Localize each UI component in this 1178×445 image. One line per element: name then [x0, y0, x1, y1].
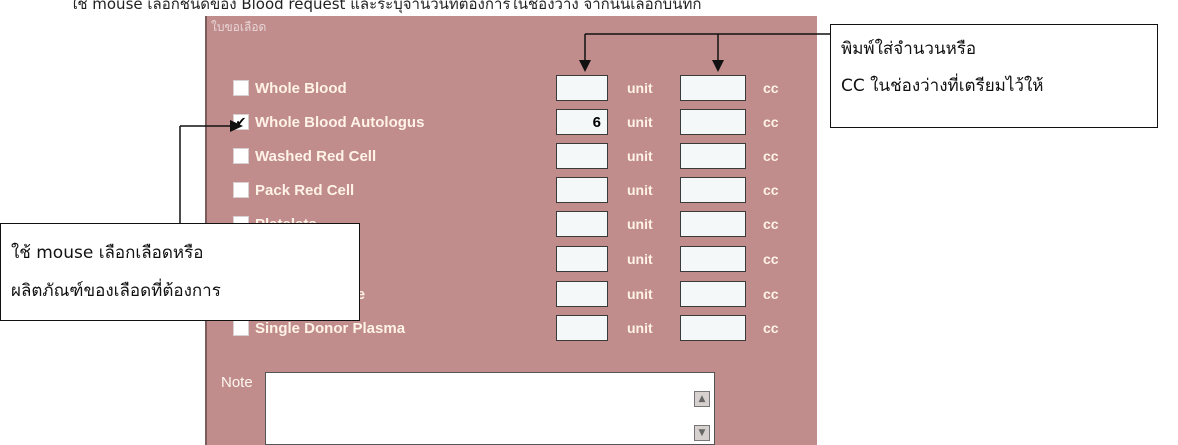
callout-left-line1: ใช้ mouse เลือกเลือดหรือ: [11, 243, 204, 263]
callout-select-blood: ใช้ mouse เลือกเลือดหรือ ผลิตภัณฑ์ของเลื…: [0, 223, 360, 321]
callout-enter-quantity: พิมพ์ใส่จำนวนหรือ CC ในช่องว่างที่เตรียม…: [830, 24, 1158, 128]
arrow-checkbox: [230, 120, 243, 132]
callout-right-line2: CC ในช่องว่างที่เตรียมไว้ให้: [841, 76, 1044, 96]
callout-right-line1: พิมพ์ใส่จำนวนหรือ: [841, 39, 977, 59]
callout-left-line2: ผลิตภัณฑ์ของเลือดที่ต้องการ: [11, 281, 221, 301]
arrow-unit-column: [579, 60, 591, 72]
arrow-cc-column: [712, 60, 724, 72]
